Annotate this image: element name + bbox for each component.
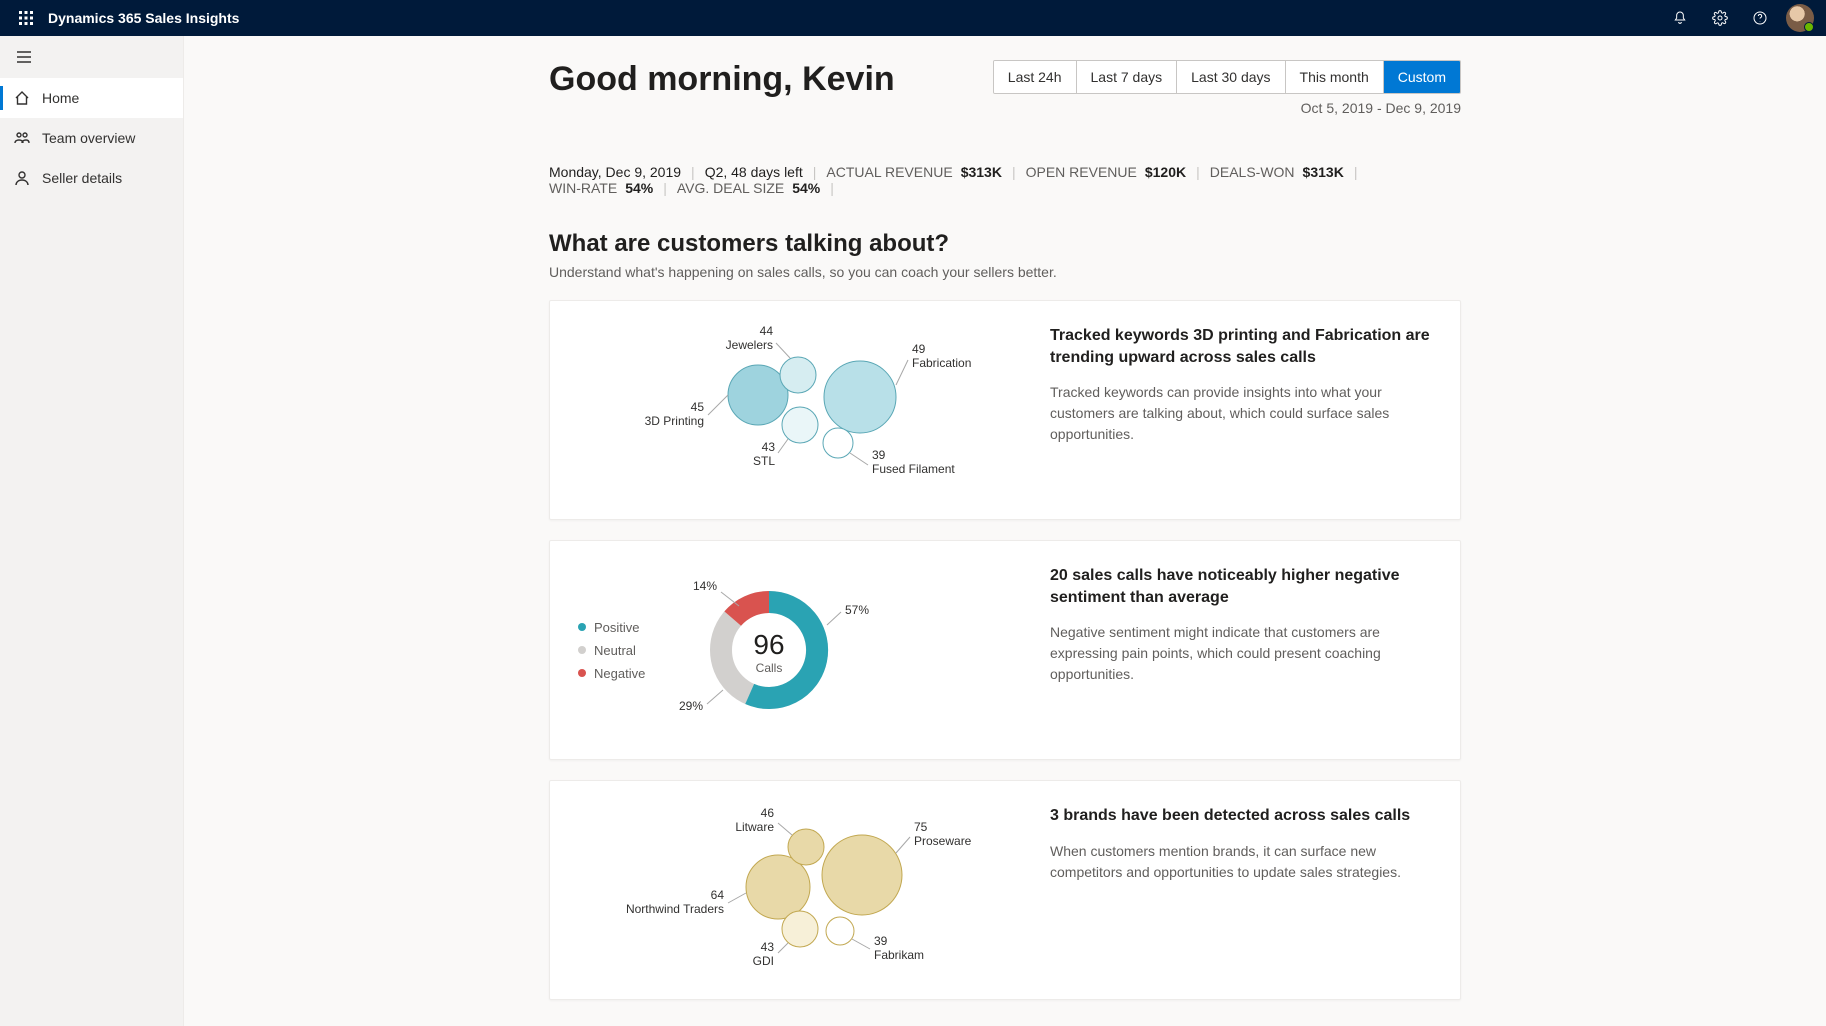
svg-text:GDI: GDI [753, 954, 774, 968]
sentiment-legend: Positive Neutral Negative [578, 612, 645, 689]
kpi-avg-deal-size: AVG. DEAL SIZE54% [677, 180, 820, 196]
kpi-row: Monday, Dec 9, 2019 | Q2, 48 days left |… [549, 164, 1461, 196]
svg-text:46: 46 [761, 806, 775, 820]
kpi-quarter: Q2, 48 days left [705, 164, 803, 180]
notifications-icon[interactable] [1662, 0, 1698, 36]
date-range-picker: Last 24h Last 7 days Last 30 days This m… [993, 60, 1461, 94]
section-subtitle: Understand what's happening on sales cal… [549, 264, 1461, 280]
sidebar-item-seller-details[interactable]: Seller details [0, 158, 183, 198]
svg-text:3D Printing: 3D Printing [645, 414, 704, 428]
svg-text:Fabrication: Fabrication [912, 356, 971, 370]
svg-text:Jewelers: Jewelers [726, 338, 773, 352]
hamburger-icon[interactable] [0, 36, 183, 78]
user-avatar[interactable] [1786, 4, 1814, 32]
card-headline: Tracked keywords 3D printing and Fabrica… [1050, 325, 1432, 368]
svg-text:Calls: Calls [756, 661, 783, 675]
sidebar-item-home[interactable]: Home [0, 78, 183, 118]
page-title: Good morning, Kevin [549, 60, 895, 99]
card-desc: When customers mention brands, it can su… [1050, 841, 1432, 883]
main-content: Good morning, Kevin Last 24h Last 7 days… [184, 36, 1826, 1026]
person-icon [14, 170, 30, 186]
topbar: Dynamics 365 Sales Insights [0, 0, 1826, 36]
card-keywords: 45 3D Printing 44 Jewelers 49 Fabricatio… [549, 300, 1461, 520]
brands-bubble-chart: 64 Northwind Traders 46 Litware 75 Prose… [578, 805, 1018, 975]
svg-text:39: 39 [874, 934, 888, 948]
card-desc: Negative sentiment might indicate that c… [1050, 622, 1432, 685]
sidebar-item-team-overview[interactable]: Team overview [0, 118, 183, 158]
svg-text:Litware: Litware [735, 820, 774, 834]
sidebar-item-label: Home [42, 90, 79, 106]
range-last-7-days[interactable]: Last 7 days [1077, 61, 1178, 93]
range-last-24h[interactable]: Last 24h [994, 61, 1077, 93]
svg-text:14%: 14% [693, 579, 717, 593]
keywords-bubble-chart: 45 3D Printing 44 Jewelers 49 Fabricatio… [578, 325, 1018, 495]
svg-text:45: 45 [691, 400, 705, 414]
svg-text:29%: 29% [679, 699, 703, 713]
legend-positive: Positive [578, 620, 645, 635]
team-icon [14, 130, 30, 146]
app-launcher-icon[interactable] [8, 0, 44, 36]
svg-text:STL: STL [753, 454, 775, 468]
settings-icon[interactable] [1702, 0, 1738, 36]
range-this-month[interactable]: This month [1286, 61, 1384, 93]
svg-text:96: 96 [754, 629, 785, 660]
svg-text:64: 64 [711, 888, 725, 902]
range-custom[interactable]: Custom [1384, 61, 1460, 93]
kpi-date: Monday, Dec 9, 2019 [549, 164, 681, 180]
svg-text:Fabrikam: Fabrikam [874, 948, 924, 962]
kpi-deals-won: DEALS-WON$313K [1210, 164, 1344, 180]
kpi-open-revenue: OPEN REVENUE$120K [1026, 164, 1187, 180]
card-headline: 20 sales calls have noticeably higher ne… [1050, 565, 1432, 608]
card-sentiment: Positive Neutral Negative 96 [549, 540, 1461, 760]
sidebar-item-label: Team overview [42, 130, 135, 146]
help-icon[interactable] [1742, 0, 1778, 36]
legend-negative: Negative [578, 666, 645, 681]
svg-text:43: 43 [761, 940, 775, 954]
date-range-text: Oct 5, 2019 - Dec 9, 2019 [993, 100, 1461, 116]
svg-text:39: 39 [872, 448, 886, 462]
app-title: Dynamics 365 Sales Insights [48, 10, 239, 26]
svg-text:57%: 57% [845, 603, 869, 617]
svg-text:Proseware: Proseware [914, 834, 972, 848]
svg-text:43: 43 [762, 440, 776, 454]
sentiment-donut-chart: Positive Neutral Negative 96 [578, 565, 1018, 735]
card-brands: 64 Northwind Traders 46 Litware 75 Prose… [549, 780, 1461, 1000]
svg-text:Fused Filament: Fused Filament [872, 462, 955, 476]
card-headline: 3 brands have been detected across sales… [1050, 805, 1432, 827]
kpi-actual-revenue: ACTUAL REVENUE$313K [826, 164, 1002, 180]
card-desc: Tracked keywords can provide insights in… [1050, 382, 1432, 445]
svg-text:49: 49 [912, 342, 926, 356]
legend-neutral: Neutral [578, 643, 645, 658]
section-title: What are customers talking about? [549, 230, 1461, 258]
svg-text:Northwind Traders: Northwind Traders [626, 902, 724, 916]
kpi-win-rate: WIN-RATE54% [549, 180, 653, 196]
svg-text:75: 75 [914, 820, 928, 834]
sidebar: Home Team overview Seller details [0, 36, 184, 1026]
home-icon [14, 90, 30, 106]
sidebar-item-label: Seller details [42, 170, 122, 186]
range-last-30-days[interactable]: Last 30 days [1177, 61, 1285, 93]
svg-text:44: 44 [760, 325, 774, 338]
